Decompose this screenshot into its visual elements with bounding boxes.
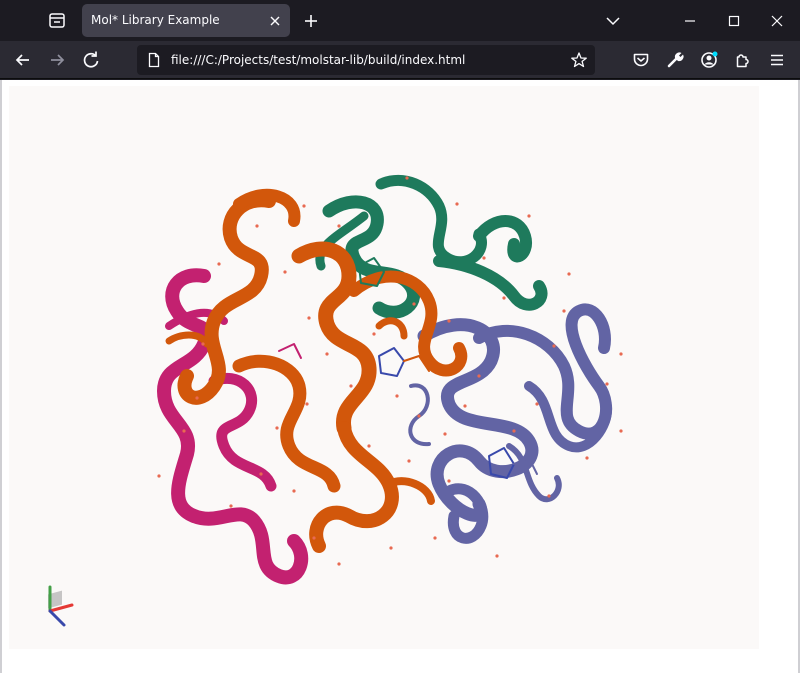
hamburger-icon[interactable] xyxy=(763,46,791,74)
pocket-icon[interactable] xyxy=(627,46,655,74)
star-icon[interactable] xyxy=(570,51,588,69)
tab-strip: Mol* Library Example xyxy=(0,0,800,41)
close-window-icon[interactable] xyxy=(762,6,792,36)
window-border-left xyxy=(0,80,2,673)
minimize-icon[interactable] xyxy=(675,6,705,36)
protein-structure[interactable] xyxy=(9,86,759,649)
chain-b-ribbon xyxy=(165,189,468,553)
address-bar[interactable]: file:///C:/Projects/test/molstar-lib/bui… xyxy=(137,45,595,75)
chain-c-ribbon xyxy=(157,268,309,585)
molstar-viewer[interactable] xyxy=(9,86,759,649)
tab-list-button[interactable] xyxy=(38,5,76,37)
wrench-icon[interactable] xyxy=(661,46,689,74)
account-icon[interactable] xyxy=(695,46,723,74)
arrow-right-icon[interactable] xyxy=(43,46,71,74)
chain-d-ribbon xyxy=(408,303,613,544)
arrow-left-icon[interactable] xyxy=(9,46,37,74)
maximize-icon[interactable] xyxy=(719,6,749,36)
file-icon xyxy=(148,52,160,68)
page-content xyxy=(0,80,800,673)
tab-mol-library[interactable]: Mol* Library Example xyxy=(82,4,290,37)
tab-list-icon xyxy=(49,13,65,28)
tab-title: Mol* Library Example xyxy=(91,13,220,27)
chevron-down-icon[interactable] xyxy=(598,6,628,36)
close-icon[interactable] xyxy=(266,12,284,30)
orientation-axes-icon xyxy=(48,585,74,627)
navigation-toolbar: file:///C:/Projects/test/molstar-lib/bui… xyxy=(0,41,800,79)
reload-icon[interactable] xyxy=(77,46,105,74)
plus-icon[interactable] xyxy=(298,9,324,33)
puzzle-icon[interactable] xyxy=(729,46,757,74)
url-text[interactable]: file:///C:/Projects/test/molstar-lib/bui… xyxy=(171,53,465,67)
browser-window: Mol* Library Example file:///C:/Projects… xyxy=(0,0,800,673)
